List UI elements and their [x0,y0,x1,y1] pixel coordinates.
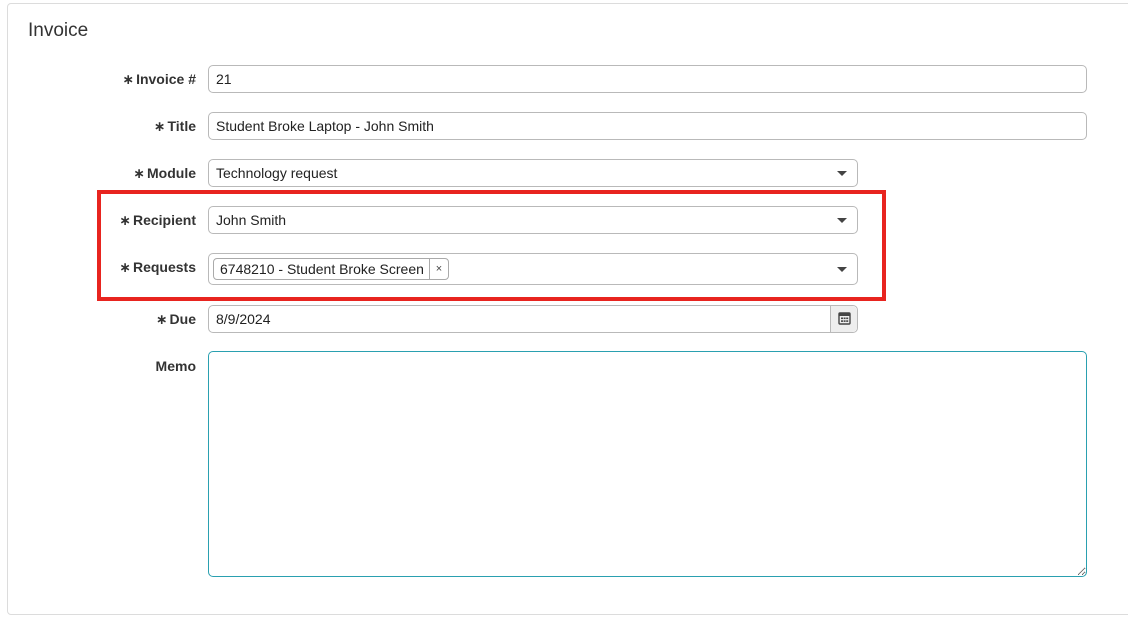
due-date-field[interactable]: 8/9/2024 [208,305,858,333]
required-star: ∗ [122,71,135,87]
invoice-number-label: ∗ Invoice # [122,71,196,87]
required-star: ∗ [155,311,168,327]
invoice-number-input[interactable] [208,65,1087,93]
recipient-label: ∗ Recipient [119,212,196,228]
due-date-value[interactable]: 8/9/2024 [216,306,271,332]
chevron-down-icon [837,267,847,272]
recipient-value: John Smith [216,212,287,228]
title-label: ∗ Title [153,118,196,134]
calendar-icon [838,312,851,325]
required-star: ∗ [133,165,145,181]
recipient-select[interactable]: John Smith [208,206,858,234]
close-icon[interactable]: × [428,259,448,279]
required-star: ∗ [153,118,166,134]
memo-label: Memo [155,358,196,374]
request-tag-label: 6748210 - Student Broke Screen [220,261,424,277]
module-select[interactable]: Technology request [208,159,858,187]
due-label: ∗ Due [155,311,196,327]
chevron-down-icon [837,171,847,176]
required-star: ∗ [119,212,131,228]
memo-textarea[interactable] [208,351,1087,577]
chevron-down-icon [837,218,847,223]
module-value: Technology request [216,165,338,181]
panel-title: Invoice [28,20,89,41]
request-tag: 6748210 - Student Broke Screen × [213,258,449,280]
requests-label: ∗ Requests [119,259,196,275]
invoice-panel: Invoice ∗Invoice # ∗Title ∗Module Techno… [7,3,1128,615]
title-input[interactable] [208,112,1087,140]
calendar-button[interactable] [830,306,857,332]
requests-multiselect[interactable]: 6748210 - Student Broke Screen × [208,253,858,285]
required-star: ∗ [119,259,131,275]
module-label: ∗ Module [133,165,196,181]
